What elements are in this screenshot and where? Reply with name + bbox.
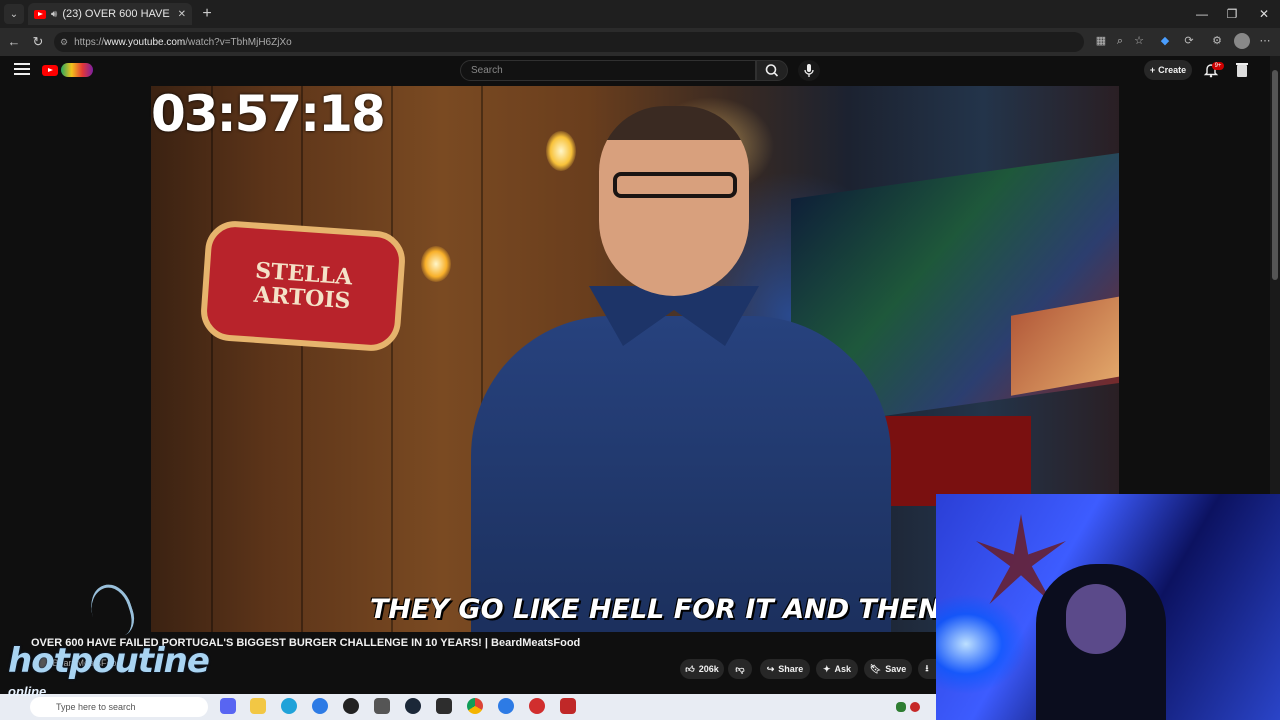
youtube-favicon-icon [34, 9, 46, 19]
wall-lamp [421, 246, 451, 282]
window-restore-button[interactable]: ❐ [1222, 6, 1242, 22]
youtube-doodle-icon [61, 63, 93, 77]
wood-plank [391, 86, 393, 632]
zoom-icon[interactable]: ⌕ [1113, 34, 1127, 48]
window-close-button[interactable]: ✕ [1254, 6, 1274, 22]
ask-label: Ask [834, 664, 852, 674]
favorite-star-icon[interactable]: ☆ [1132, 34, 1146, 48]
tab-audio-icon[interactable]: 🔊︎ [51, 9, 57, 20]
presenter-head [599, 106, 749, 296]
browser-tab-strip [0, 0, 1280, 28]
youtube-logo[interactable] [42, 62, 94, 78]
scrollbar-thumb[interactable] [1272, 70, 1278, 280]
create-button[interactable]: + Create [1144, 60, 1192, 80]
url-path: /watch?v=TbhMjH6ZjXo [185, 36, 292, 48]
notification-count-badge: 9+ [1212, 62, 1224, 70]
create-label: Create [1158, 65, 1187, 75]
stella-artois-sign: STELLA ARTOIS [199, 219, 407, 353]
bookmark-icon: 🔖︎ [869, 663, 882, 674]
browser-menu-icon[interactable]: ⋯ [1258, 34, 1272, 48]
search-button[interactable] [756, 60, 788, 81]
steam-icon[interactable] [405, 698, 421, 714]
stream-logo-subtitle: online [8, 684, 47, 699]
download-icon: ⭳ [925, 663, 929, 673]
tray-icon[interactable] [896, 702, 906, 712]
window-minimize-button[interactable]: — [1192, 6, 1212, 22]
url-domain: www.youtube.com [104, 36, 186, 48]
reload-icon[interactable]: ↻ [30, 34, 46, 50]
tab-title: (23) OVER 600 HAVE FAILED P [62, 8, 172, 20]
extension-icon[interactable]: ◆ [1158, 34, 1172, 48]
site-info-icon[interactable]: ⚙︎ [60, 37, 68, 48]
sparkle-icon: ✦ [822, 663, 831, 674]
taskbar-search-input[interactable]: Type here to search [30, 697, 208, 717]
background-red-panel [871, 416, 1031, 506]
chrome-icon[interactable] [467, 698, 483, 714]
wood-plank [211, 86, 213, 632]
search-input[interactable]: Search [460, 60, 756, 81]
stream-logo: hotpoutine [8, 641, 210, 681]
terminal-icon[interactable] [436, 698, 452, 714]
back-arrow-icon[interactable]: ← [6, 34, 22, 50]
share-button[interactable]: ↪ Share [760, 659, 810, 679]
thumbs-up-icon: 👍︎ [685, 663, 695, 674]
app-blue-2-icon[interactable] [498, 698, 514, 714]
save-label: Save [885, 664, 907, 674]
obs-icon[interactable] [343, 698, 359, 714]
tab-close-icon[interactable]: ✕ [178, 9, 186, 20]
trash-avatar-icon [1236, 63, 1248, 77]
video-caption: THEY GO LIKE HELL FOR IT AND THEN [370, 594, 941, 625]
search-icon [765, 64, 779, 77]
download-button[interactable]: ⭳ [918, 659, 936, 679]
plus-icon: + [1149, 65, 1156, 75]
url-text: https://www.youtube.com/watch?v=TbhMjH6Z… [74, 37, 292, 48]
like-count: 206k [698, 664, 719, 674]
dislike-button[interactable]: 👎︎ [728, 659, 752, 679]
tab-search-dropdown-button[interactable]: ⌄ [4, 4, 24, 24]
microphone-icon [804, 64, 814, 77]
share-icon: ↪ [766, 663, 775, 674]
presenter-glasses [613, 172, 737, 198]
sign-line-2: ARTOIS [253, 281, 352, 315]
profile-avatar[interactable] [1234, 33, 1250, 49]
edge-icon[interactable] [281, 698, 297, 714]
url-prefix: https:// [74, 36, 105, 48]
streamer-face [1066, 584, 1126, 654]
ask-button[interactable]: ✦ Ask [816, 659, 858, 679]
browser-tab-active[interactable]: 🔊︎ (23) OVER 600 HAVE FAILED P ✕ [28, 3, 192, 25]
file-explorer-icon[interactable] [250, 698, 266, 714]
presenter-shirt [471, 316, 891, 632]
steam-logo-icon [84, 579, 140, 643]
wall-lamp [546, 131, 576, 171]
voice-search-button[interactable] [798, 60, 820, 81]
share-label: Share [778, 664, 804, 674]
settings-icon[interactable] [374, 698, 390, 714]
app-available-icon[interactable]: ▦ [1094, 34, 1108, 48]
app-red-icon[interactable] [529, 698, 545, 714]
like-button[interactable]: 👍︎ 206k [680, 659, 724, 679]
collections-icon[interactable]: ⚙ [1210, 34, 1224, 48]
new-tab-button[interactable]: + [198, 5, 216, 23]
app-bug-icon[interactable] [560, 698, 576, 714]
save-button[interactable]: 🔖︎ Save [864, 659, 912, 679]
account-avatar[interactable] [1234, 61, 1250, 79]
challenge-timer: 03:57:18 [151, 85, 386, 143]
tray-record-icon[interactable] [910, 702, 920, 712]
hamburger-menu-icon[interactable] [14, 63, 30, 77]
streamer-webcam [936, 494, 1280, 720]
address-bar[interactable]: ⚙︎ https://www.youtube.com/watch?v=TbhMj… [54, 32, 1084, 52]
wood-plank [301, 86, 303, 632]
app-blue-icon[interactable] [312, 698, 328, 714]
refresh-extension-icon[interactable]: ⟳ [1182, 34, 1196, 48]
discord-icon[interactable] [220, 698, 236, 714]
thumbs-down-icon: 👎︎ [735, 663, 745, 674]
youtube-play-icon [42, 64, 58, 76]
